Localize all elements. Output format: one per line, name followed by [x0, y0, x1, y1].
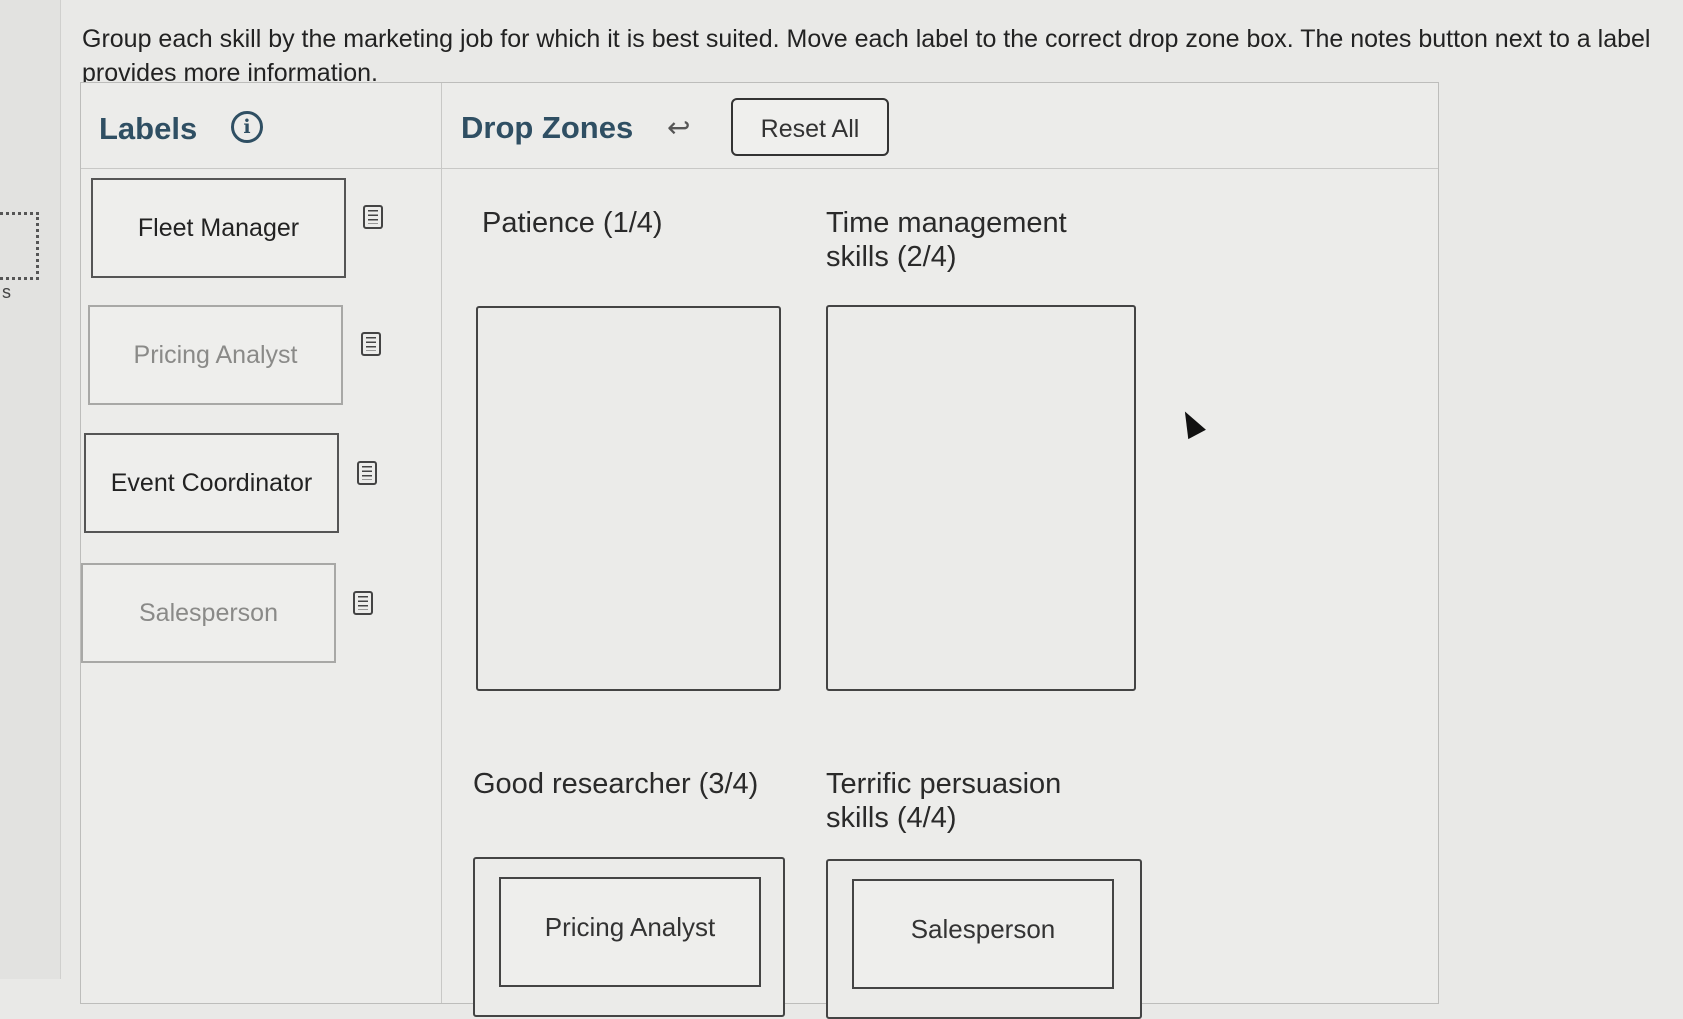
- notes-icon[interactable]: [363, 205, 383, 229]
- notes-icon[interactable]: [353, 591, 373, 615]
- labels-title: Labels: [99, 111, 198, 146]
- label-card-event-coordinator[interactable]: Event Coordinator: [84, 433, 339, 533]
- label-card-fleet-manager[interactable]: Fleet Manager: [91, 178, 346, 278]
- drag-drop-activity: Labels i Drop Zones ↩ Reset All Fleet Ma…: [80, 82, 1439, 1019]
- label-card-pricing-analyst[interactable]: Pricing Analyst: [88, 305, 343, 405]
- label-card-salesperson[interactable]: Salesperson: [81, 563, 336, 663]
- drop-zone-patience[interactable]: [476, 306, 781, 691]
- placed-label-salesperson[interactable]: Salesperson: [852, 879, 1114, 989]
- drop-zone-time-management[interactable]: [826, 305, 1136, 691]
- drop-zone-label-time-management: Time management skills (2/4): [826, 207, 1067, 273]
- drop-zone-label-good-researcher: Good researcher (3/4): [473, 768, 759, 800]
- info-icon[interactable]: i: [231, 111, 263, 143]
- drop-zone-label-patience: Patience (1/4): [482, 207, 663, 239]
- reset-all-button[interactable]: Reset All: [731, 98, 889, 156]
- notes-icon[interactable]: [361, 332, 381, 356]
- undo-arrow-icon[interactable]: ↩: [667, 111, 690, 144]
- instructions-text: Group each skill by the marketing job fo…: [82, 25, 1651, 87]
- drop-zone-label-terrific-persuasion: Terrific persuasion skills (4/4): [826, 768, 1062, 834]
- drop-zone-good-researcher[interactable]: Pricing Analyst: [473, 857, 785, 1017]
- left-edge-text: s: [2, 282, 11, 302]
- column-divider: [441, 83, 442, 1003]
- placed-label-pricing-analyst[interactable]: Pricing Analyst: [499, 877, 761, 987]
- notes-icon[interactable]: [357, 461, 377, 485]
- focus-outline: [0, 212, 39, 280]
- drop-zones-title: Drop Zones: [461, 110, 634, 145]
- drop-zone-terrific-persuasion[interactable]: Salesperson: [826, 859, 1142, 1019]
- left-edge-panel: s: [0, 0, 61, 979]
